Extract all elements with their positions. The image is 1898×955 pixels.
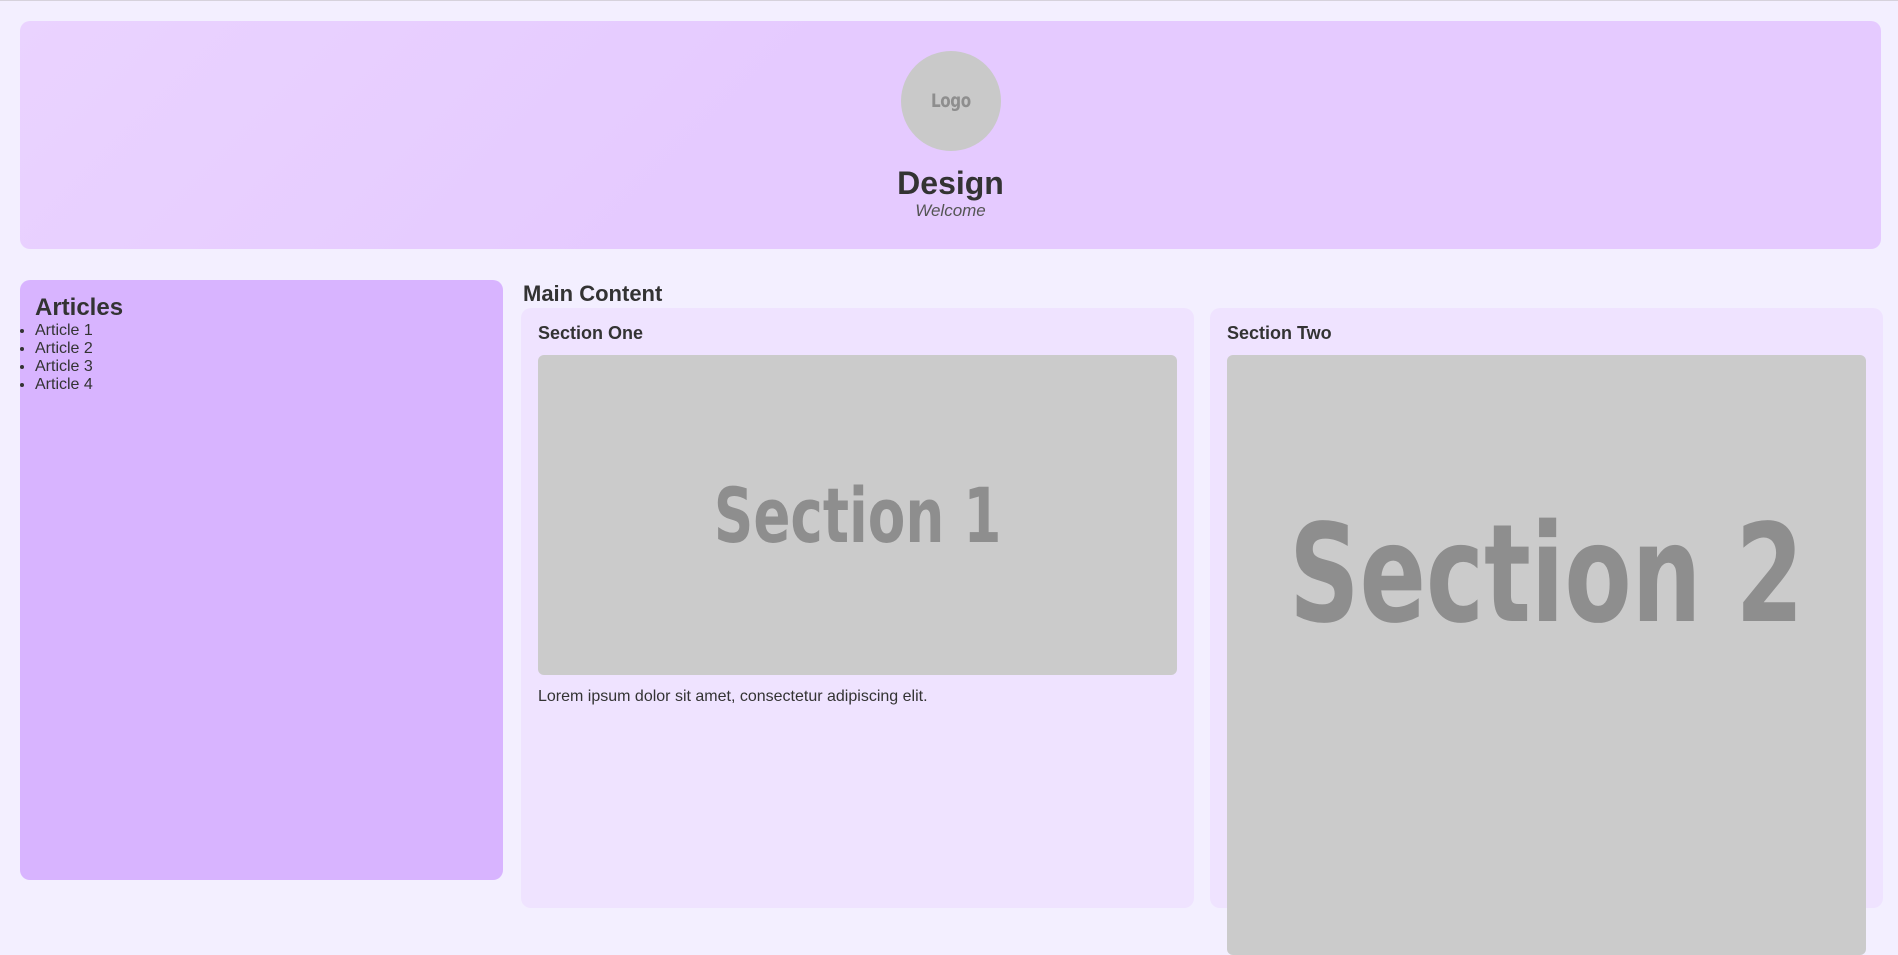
sidebar-heading: Articles [35, 294, 124, 321]
section-two-heading: Section Two [1227, 323, 1332, 343]
article-item-4[interactable]: Article 4 [35, 376, 93, 394]
site-tagline: Welcome [915, 201, 986, 220]
section-one-image-text: Section 1 [713, 470, 1002, 560]
main-content-title: Main Content [523, 281, 663, 306]
logo[interactable]: Logo [901, 51, 1001, 151]
section-two-card: Section Two Section 2 [1210, 308, 1883, 955]
section-one-body: Lorem ipsum dolor sit amet, consectetur … [538, 688, 928, 705]
section-one-image: Section 1 [538, 355, 1177, 675]
section-two-image-text: Section 2 [1289, 496, 1804, 654]
section-two-image: Section 2 [1227, 355, 1866, 955]
article-list: Article 1 Article 2 Article 3 Article 4 [35, 322, 93, 394]
site-header: Logo Design Welcome [20, 21, 1881, 249]
section-one-heading: Section One [538, 323, 644, 343]
site-title: Design [897, 165, 1004, 201]
article-item-2[interactable]: Article 2 [35, 340, 93, 358]
article-item-1[interactable]: Article 1 [35, 322, 93, 340]
articles-sidebar: Articles Article 1 Article 2 Article 3 A… [20, 280, 503, 880]
logo-text: Logo [931, 90, 971, 112]
article-item-3[interactable]: Article 3 [35, 358, 93, 376]
section-one-card: Section One Section 1 Lorem ipsum dolor … [521, 308, 1194, 908]
top-divider [0, 0, 1898, 1]
